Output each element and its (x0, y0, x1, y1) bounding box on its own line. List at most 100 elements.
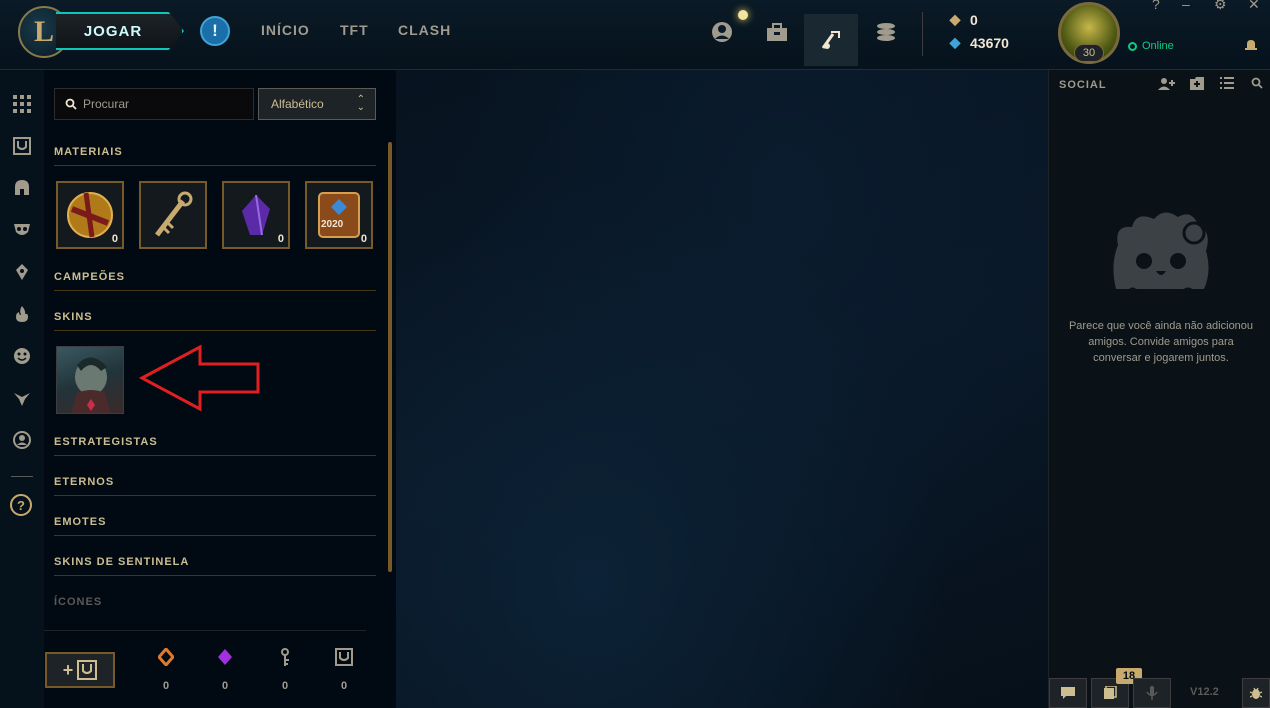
orange-essence-value: 0 (162, 680, 170, 692)
loot-scrollbar[interactable] (388, 142, 392, 572)
chest-icon (77, 660, 98, 680)
social-title: SOCIAL (1059, 79, 1107, 91)
sort-dropdown[interactable]: Alfabético ⌃ ⌄ (258, 88, 376, 120)
section-emotes[interactable]: EMOTES (54, 510, 376, 536)
store-icon[interactable] (872, 18, 900, 46)
poro-icon (1113, 212, 1209, 294)
mythic-essence-counter: 0 (213, 648, 237, 692)
search-box[interactable] (54, 88, 254, 120)
rail-divider (11, 476, 33, 477)
minimize-icon[interactable]: – (1182, 0, 1190, 12)
profile-icon[interactable] (708, 18, 736, 46)
close-icon[interactable]: ✕ (1248, 0, 1260, 13)
microphone-icon (1146, 686, 1158, 700)
key-icon (155, 191, 193, 237)
gem-icon (242, 194, 270, 236)
section-skins[interactable]: SKINS (54, 305, 376, 331)
section-estrategistas[interactable]: ESTRATEGISTAS (54, 430, 376, 456)
social-search-icon[interactable] (1251, 77, 1263, 92)
loot-item-gem[interactable]: 0 (222, 181, 290, 249)
alert-icon[interactable]: ! (200, 16, 230, 46)
section-icones[interactable]: ÍCONES (54, 590, 376, 616)
key-fragment-icon (273, 648, 297, 672)
section-eternos[interactable]: ETERNOS (54, 470, 376, 496)
notifications-bell-icon[interactable] (1244, 38, 1258, 55)
client-version: V12.2 (1190, 686, 1219, 698)
nav-home[interactable]: INÍCIO (261, 22, 310, 38)
section-materiais[interactable]: MATERIAIS (54, 140, 376, 166)
orange-essence-counter: 0 (154, 646, 178, 692)
add-folder-icon[interactable] (1190, 77, 1204, 93)
chest-icon[interactable] (10, 134, 34, 158)
list-view-icon[interactable] (1220, 77, 1234, 92)
chest-counter-icon (332, 648, 356, 672)
status-dot-icon (1128, 41, 1137, 51)
status-label: Online (1142, 40, 1174, 52)
grid-icon[interactable] (10, 92, 34, 116)
online-status[interactable]: Online (1128, 40, 1174, 52)
search-input[interactable] (83, 97, 243, 111)
tft-companion-icon[interactable] (10, 386, 34, 410)
collection-icon[interactable] (763, 18, 791, 46)
item-count: 0 (277, 233, 284, 245)
voice-button[interactable] (1133, 678, 1171, 708)
loot-background-area (396, 70, 1048, 708)
section-skins-sentinela[interactable]: SKINS DE SENTINELA (54, 550, 376, 576)
champion-skin-art (71, 357, 111, 413)
chest-counter: 0 (332, 648, 356, 692)
emote-icon[interactable] (10, 344, 34, 368)
loot-item-key[interactable] (139, 181, 207, 249)
nav-clash[interactable]: CLASH (398, 22, 451, 38)
loot-icon[interactable] (804, 14, 858, 66)
annotation-arrow-left-icon (138, 344, 260, 412)
profile-icon-rail[interactable] (10, 428, 34, 452)
play-button[interactable]: JOGAR (56, 12, 184, 50)
sort-chevron-icon: ⌃ ⌄ (356, 94, 365, 113)
item-count: 0 (360, 233, 367, 245)
search-icon (65, 98, 77, 110)
event-chest-icon (318, 192, 360, 238)
social-panel (1048, 70, 1270, 708)
notification-dot (738, 10, 748, 20)
loot-item-2020-chest[interactable]: 2020 0 (305, 181, 373, 249)
item-count: 0 (111, 233, 118, 245)
blue-essence-icon: ◆ (949, 34, 961, 50)
blue-essence-balance: ◆ 43670 (948, 34, 1009, 51)
key-fragment-value: 0 (281, 680, 289, 692)
nav-tft[interactable]: TFT (340, 22, 369, 38)
topbar-divider (922, 12, 923, 56)
missions-icon (1104, 686, 1117, 699)
key-fragment-counter: 0 (273, 648, 297, 692)
chat-icon (1061, 687, 1075, 699)
settings-icon[interactable]: ⚙ (1214, 0, 1227, 13)
craft-key-button[interactable]: + (45, 652, 115, 688)
bug-report-button[interactable] (1242, 678, 1270, 708)
bug-icon (1250, 687, 1262, 699)
rp-icon: ◆ (949, 11, 961, 27)
helmet-icon[interactable] (10, 176, 34, 200)
logo-letter: L (33, 15, 54, 48)
chat-button[interactable] (1049, 678, 1087, 708)
skin-shard-tile[interactable] (56, 346, 124, 414)
rp-balance: ◆ 0 (948, 11, 978, 28)
craft-plus: + (62, 659, 74, 680)
mythic-essence-icon (213, 648, 237, 672)
loot-item-chest-orb[interactable]: 0 (56, 181, 124, 249)
flame-icon[interactable] (10, 302, 34, 326)
chest-year-label: 2020 (321, 219, 344, 230)
summoner-level: 30 (1074, 44, 1104, 62)
section-campeoes[interactable]: CAMPEÕES (54, 265, 376, 291)
rp-value: 0 (970, 11, 978, 28)
blue-essence-value: 43670 (970, 34, 1009, 51)
help-window-icon[interactable]: ? (1152, 0, 1160, 12)
add-friend-icon[interactable] (1158, 77, 1176, 94)
mythic-essence-value: 0 (221, 680, 229, 692)
chest-count-value: 0 (340, 680, 348, 692)
help-icon[interactable]: ? (10, 494, 32, 516)
ward-icon[interactable] (10, 260, 34, 284)
orange-essence-icon (154, 646, 178, 672)
empty-friends-message: Parece que você ainda não adicionou amig… (1068, 320, 1254, 364)
mask-icon[interactable] (10, 218, 34, 242)
orb-chest-icon (67, 192, 113, 238)
sort-label: Alfabético (271, 97, 324, 111)
